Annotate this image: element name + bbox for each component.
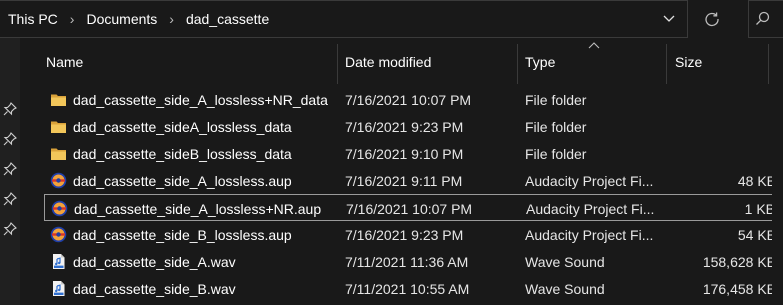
search-input[interactable]	[748, 0, 783, 38]
file-row[interactable]: dad_cassette_side_A_lossless.aup 7/16/202…	[44, 167, 783, 194]
pin-icon[interactable]	[3, 222, 17, 236]
file-row[interactable]: dad_cassette_side_A.wav 7/11/2021 11:36 A…	[44, 248, 783, 275]
file-type: Audacity Project Fi...	[526, 200, 655, 217]
chevron-right-icon[interactable]: ›	[169, 11, 174, 27]
file-name[interactable]: dad_cassette_side_B_lossless.aup	[73, 221, 292, 248]
file-name[interactable]: dad_cassette_side_A_lossless+NR_data	[73, 86, 328, 113]
file-size: 158,628 KB	[702, 253, 776, 270]
file-name[interactable]: dad_cassette_sideB_lossless_data	[73, 140, 292, 167]
file-type: Wave Sound	[525, 253, 605, 270]
folder-icon	[51, 148, 66, 160]
folder-row[interactable]: dad_cassette_sideA_lossless_data 7/16/202…	[44, 113, 783, 140]
file-row[interactable]: dad_cassette_side_B_lossless.aup 7/16/202…	[44, 221, 783, 248]
file-date-modified: 7/11/2021 10:55 AM	[345, 280, 470, 297]
file-name[interactable]: dad_cassette_side_A_lossless.aup	[73, 167, 292, 194]
column-divider[interactable]	[517, 44, 518, 84]
address-history-dropdown[interactable]	[650, 0, 688, 38]
chevron-down-icon	[663, 15, 675, 22]
file-type: File folder	[525, 145, 587, 162]
file-size: 48 KB	[737, 172, 776, 189]
column-divider[interactable]	[666, 44, 667, 84]
vertical-scrollbar[interactable]	[772, 86, 783, 305]
file-date-modified: 7/16/2021 9:23 PM	[345, 226, 464, 243]
file-size: 54 KB	[737, 226, 776, 243]
sort-ascending-icon	[588, 42, 600, 49]
refresh-button[interactable]	[690, 0, 734, 38]
column-divider[interactable]	[768, 44, 769, 84]
file-date-modified: 7/11/2021 11:36 AM	[345, 253, 469, 270]
folder-row[interactable]: dad_cassette_side_A_lossless+NR_data 7/16…	[44, 86, 783, 113]
folder-icon	[51, 121, 66, 133]
search-icon	[756, 11, 770, 25]
navigation-pane-edge	[0, 38, 20, 305]
file-name[interactable]: dad_cassette_side_A.wav	[73, 248, 236, 275]
file-row[interactable]: dad_cassette_side_A_lossless+NR.aup 7/16/…	[44, 194, 783, 221]
pin-icon[interactable]	[3, 192, 17, 206]
column-header-name[interactable]: Name	[46, 38, 336, 86]
pin-icon[interactable]	[3, 132, 17, 146]
breadcrumb-documents[interactable]: Documents	[86, 11, 157, 27]
breadcrumb[interactable]: This PC › Documents › dad_cassette	[0, 0, 688, 38]
file-type: Audacity Project Fi...	[525, 172, 654, 189]
file-name[interactable]: dad_cassette_side_A_lossless+NR.aup	[74, 195, 321, 222]
file-date-modified: 7/16/2021 9:11 PM	[345, 172, 463, 189]
file-type: File folder	[525, 118, 587, 135]
file-type: Audacity Project Fi...	[525, 226, 654, 243]
file-date-modified: 7/16/2021 9:10 PM	[345, 145, 464, 162]
file-name[interactable]: dad_cassette_side_B.wav	[73, 275, 236, 302]
folder-icon	[51, 94, 66, 106]
pin-icon[interactable]	[3, 162, 17, 176]
file-name[interactable]: dad_cassette_sideA_lossless_data	[73, 113, 292, 140]
file-type: Wave Sound	[525, 280, 605, 297]
file-date-modified: 7/16/2021 10:07 PM	[346, 200, 473, 217]
refresh-icon	[705, 12, 719, 27]
address-bar: This PC › Documents › dad_cassette	[0, 0, 783, 38]
audacity-icon	[50, 226, 67, 243]
file-date-modified: 7/16/2021 9:23 PM	[345, 118, 464, 135]
wav-file-icon	[53, 254, 65, 269]
file-date-modified: 7/16/2021 10:07 PM	[345, 91, 472, 108]
column-headers: Name Date modified Type Size	[20, 38, 783, 86]
folder-row[interactable]: dad_cassette_sideB_lossless_data 7/16/202…	[44, 140, 783, 167]
audacity-icon	[50, 172, 67, 189]
column-header-date-modified[interactable]: Date modified	[345, 38, 515, 86]
wav-file-icon	[53, 281, 65, 296]
audacity-icon	[51, 200, 68, 217]
file-row[interactable]: dad_cassette_side_B.wav 7/11/2021 10:55 A…	[44, 275, 783, 302]
file-size: 176,458 KB	[702, 280, 776, 297]
file-type: File folder	[525, 91, 587, 108]
column-divider[interactable]	[337, 44, 338, 84]
file-size: 1 KB	[744, 200, 775, 217]
column-header-size[interactable]: Size	[675, 38, 755, 86]
breadcrumb-dad-cassette[interactable]: dad_cassette	[186, 11, 269, 27]
chevron-right-icon[interactable]: ›	[70, 11, 75, 27]
breadcrumb-this-pc[interactable]: This PC	[8, 11, 58, 27]
pin-icon[interactable]	[3, 102, 17, 116]
